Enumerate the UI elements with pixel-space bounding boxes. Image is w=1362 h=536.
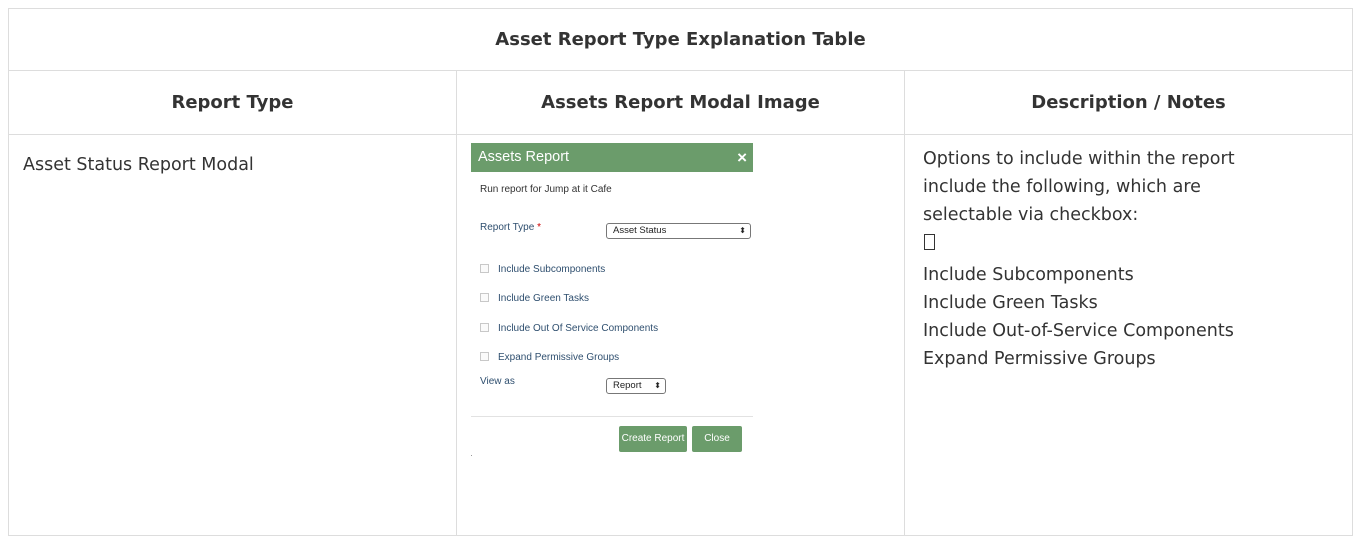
notes-option-item: Include Out-of-Service Components (923, 321, 1234, 341)
description-cell: Options to include within the report inc… (904, 134, 1353, 536)
report-type-cell: Asset Status Report Modal (8, 134, 457, 536)
checkbox-expand-permissive-groups: Expand Permissive Groups (480, 352, 619, 363)
checkbox-icon (480, 352, 489, 361)
notes-intro-line: selectable via checkbox: (923, 205, 1139, 225)
checkbox-include-subcomponents: Include Subcomponents (480, 264, 605, 275)
assets-report-modal-image: Assets Report × Run report for Jump at i… (471, 143, 753, 454)
image-artifact-dot (471, 455, 472, 456)
modal-divider (471, 416, 753, 417)
view-as-label: View as (480, 376, 515, 387)
select-arrow-icon: ⬍ (654, 381, 661, 390)
checkbox-include-green-tasks: Include Green Tasks (480, 293, 589, 304)
missing-glyph-icon (923, 229, 1338, 261)
header-description: Description / Notes (904, 70, 1353, 135)
notes-intro-line: Options to include within the report (923, 149, 1235, 169)
table-caption: Asset Report Type Explanation Table (8, 8, 1353, 71)
modal-title: Assets Report (478, 149, 570, 165)
modal-header: Assets Report × (471, 143, 753, 172)
header-report-type: Report Type (8, 70, 457, 135)
notes-option-item: Include Subcomponents (923, 265, 1134, 285)
report-type-select: Asset Status ⬍ (606, 223, 751, 239)
checkbox-icon (480, 323, 489, 332)
report-type-text: Asset Status Report Modal (23, 155, 254, 175)
required-mark: * (537, 222, 541, 233)
modal-subtitle: Run report for Jump at it Cafe (480, 184, 612, 195)
create-report-button: Create Report (619, 426, 687, 452)
view-as-select: Report ⬍ (606, 378, 666, 394)
checkbox-icon (480, 293, 489, 302)
notes-intro-line: include the following, which are (923, 177, 1201, 197)
header-modal-image: Assets Report Modal Image (456, 70, 905, 135)
checkbox-include-out-of-service: Include Out Of Service Components (480, 323, 658, 334)
notes-option-item: Expand Permissive Groups (923, 349, 1156, 369)
close-button: Close (692, 426, 742, 452)
description-notes: Options to include within the report inc… (905, 135, 1352, 373)
checkbox-icon (480, 264, 489, 273)
notes-option-item: Include Green Tasks (923, 293, 1098, 313)
close-icon: × (737, 148, 747, 167)
select-arrow-icon: ⬍ (739, 226, 746, 235)
report-type-label: Report Type * (480, 222, 541, 233)
